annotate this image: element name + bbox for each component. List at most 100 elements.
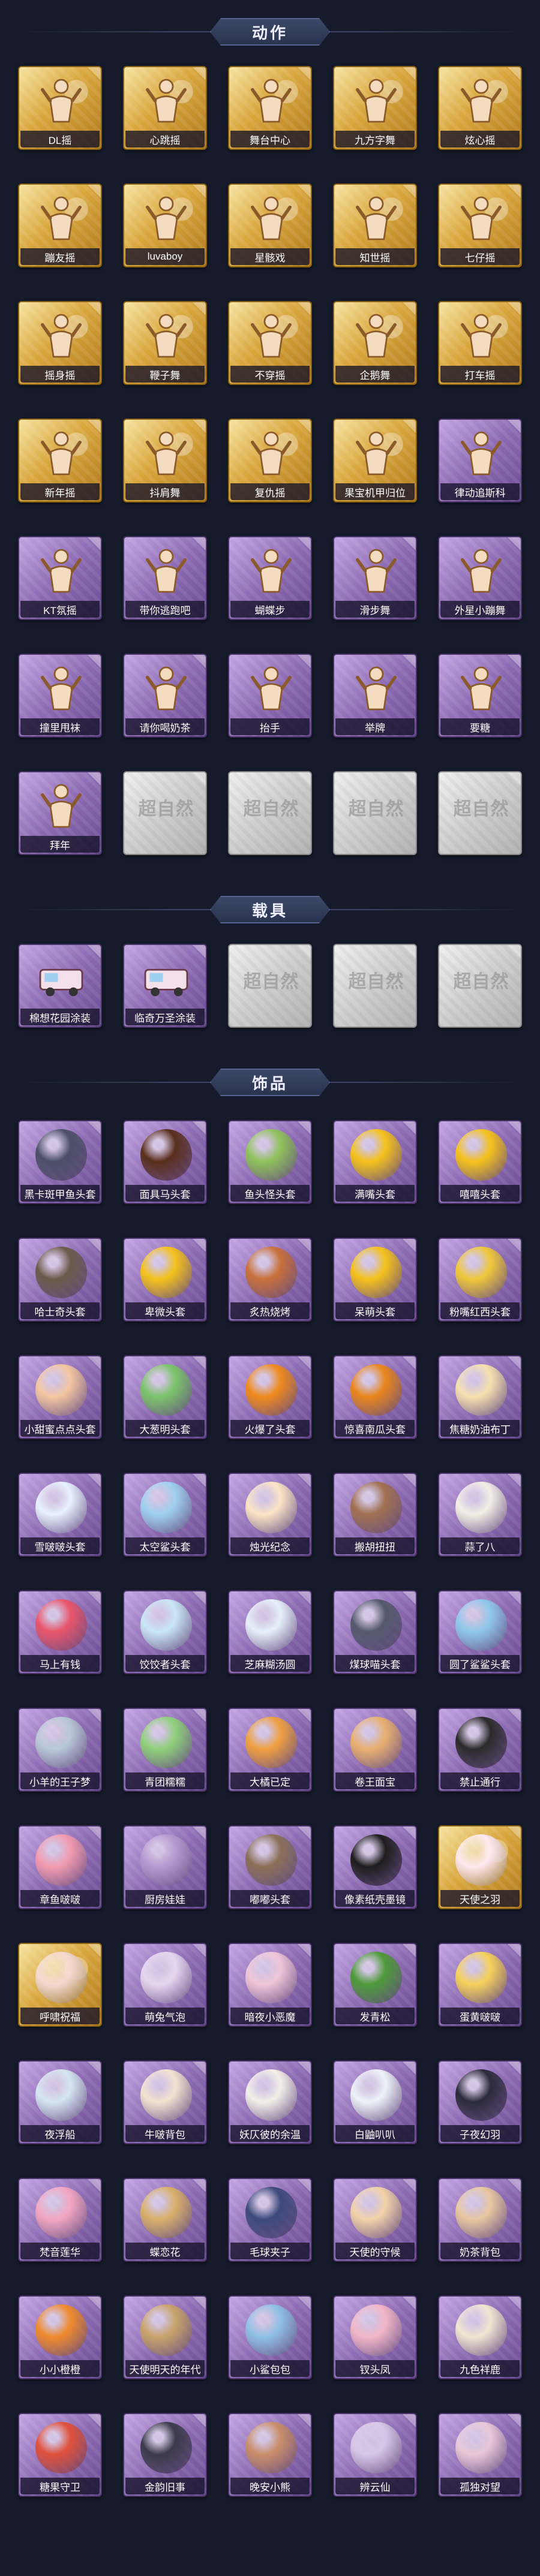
item-card[interactable]: 临奇万圣涂装 — [123, 944, 207, 1028]
item-card[interactable]: 毛球夹子 — [228, 2178, 312, 2262]
accessories-item[interactable]: 太空鲨头套 — [123, 1473, 207, 1557]
item-card[interactable]: 复仇摇 — [228, 419, 312, 502]
item-card[interactable]: 梵音莲华 — [18, 2178, 102, 2262]
accessories-item[interactable]: 小小橙橙 — [18, 2295, 102, 2379]
item-card[interactable]: 小小橙橙 — [18, 2295, 102, 2379]
item-card[interactable]: 呆萌头套 — [333, 1238, 417, 1322]
actions-item[interactable]: 超自然 — [123, 771, 207, 855]
item-card[interactable]: 七仔摇 — [438, 183, 522, 267]
actions-item[interactable]: 新年摇 — [18, 419, 102, 502]
vehicles-item[interactable]: 临奇万圣涂装 — [123, 944, 207, 1028]
accessories-item[interactable]: 辨云仙 — [333, 2413, 417, 2497]
item-card[interactable]: 蝶恋花 — [123, 2178, 207, 2262]
actions-item[interactable]: 摇身摇 — [18, 301, 102, 385]
locked-card[interactable]: 超自然 — [438, 944, 522, 1028]
accessories-item[interactable]: 子夜幻羽 — [438, 2060, 522, 2144]
item-card[interactable]: 小鲨包包 — [228, 2295, 312, 2379]
item-card[interactable]: 带你逃跑吧 — [123, 536, 207, 620]
actions-item[interactable]: 律动追斯科 — [438, 419, 522, 502]
item-card[interactable]: 章鱼啵啵 — [18, 1825, 102, 1909]
accessories-item[interactable]: 粉嘴红西头套 — [438, 1238, 522, 1322]
item-card[interactable]: 饺饺者头套 — [123, 1590, 207, 1674]
item-card[interactable]: DL摇 — [18, 66, 102, 150]
accessories-item[interactable]: 炙热烧烤 — [228, 1238, 312, 1322]
item-card[interactable]: 果宝机甲归位 — [333, 419, 417, 502]
locked-card[interactable]: 超自然 — [123, 771, 207, 855]
accessories-item[interactable]: 火爆了头套 — [228, 1355, 312, 1439]
item-card[interactable]: 蒜了八 — [438, 1473, 522, 1557]
actions-item[interactable]: 心跳摇 — [123, 66, 207, 150]
item-card[interactable]: 粉嘴红西头套 — [438, 1238, 522, 1322]
actions-item[interactable]: 果宝机甲归位 — [333, 419, 417, 502]
item-card[interactable]: 火爆了头套 — [228, 1355, 312, 1439]
accessories-item[interactable]: 黑卡斑甲鱼头套 — [18, 1120, 102, 1204]
locked-card[interactable]: 超自然 — [333, 771, 417, 855]
item-card[interactable]: 发青松 — [333, 1943, 417, 2027]
item-card[interactable]: 新年摇 — [18, 419, 102, 502]
actions-item[interactable]: 外星小蹦舞 — [438, 536, 522, 620]
item-card[interactable]: 九方字舞 — [333, 66, 417, 150]
item-card[interactable]: 摇身摇 — [18, 301, 102, 385]
item-card[interactable]: KT氛摇 — [18, 536, 102, 620]
accessories-item[interactable]: 搬胡扭扭 — [333, 1473, 417, 1557]
actions-item[interactable]: 复仇摇 — [228, 419, 312, 502]
item-card[interactable]: 钗头凤 — [333, 2295, 417, 2379]
accessories-item[interactable]: 蒜了八 — [438, 1473, 522, 1557]
item-card[interactable]: 卑微头套 — [123, 1238, 207, 1322]
accessories-item[interactable]: 发青松 — [333, 1943, 417, 2027]
accessories-item[interactable]: 卷王面宝 — [333, 1708, 417, 1792]
item-card[interactable]: 太空鲨头套 — [123, 1473, 207, 1557]
item-card[interactable]: 煤球喵头套 — [333, 1590, 417, 1674]
item-card[interactable]: 大葱明头套 — [123, 1355, 207, 1439]
item-card[interactable]: 惊喜南瓜头套 — [333, 1355, 417, 1439]
accessories-item[interactable]: 厨房娃娃 — [123, 1825, 207, 1909]
item-card[interactable]: 禁止通行 — [438, 1708, 522, 1792]
actions-item[interactable]: 打车摇 — [438, 301, 522, 385]
actions-item[interactable]: 不穿摇 — [228, 301, 312, 385]
accessories-item[interactable]: 煤球喵头套 — [333, 1590, 417, 1674]
accessories-item[interactable]: 毛球夹子 — [228, 2178, 312, 2262]
accessories-item[interactable]: 马上有钱 — [18, 1590, 102, 1674]
item-card[interactable]: 圆了鲨鲨头套 — [438, 1590, 522, 1674]
locked-card[interactable]: 超自然 — [228, 944, 312, 1028]
accessories-item[interactable]: 夜浮船 — [18, 2060, 102, 2144]
actions-item[interactable]: 超自然 — [333, 771, 417, 855]
actions-item[interactable]: 七仔摇 — [438, 183, 522, 267]
item-card[interactable]: 九色祥鹿 — [438, 2295, 522, 2379]
item-card[interactable]: 嘻嘻头套 — [438, 1120, 522, 1204]
item-card[interactable]: 马上有钱 — [18, 1590, 102, 1674]
accessories-item[interactable]: 卑微头套 — [123, 1238, 207, 1322]
item-card[interactable]: 焦糖奶油布丁 — [438, 1355, 522, 1439]
actions-item[interactable]: 请你喝奶茶 — [123, 654, 207, 738]
locked-card[interactable]: 超自然 — [333, 944, 417, 1028]
accessories-item[interactable]: 天使之羽 — [438, 1825, 522, 1909]
accessories-item[interactable]: 萌兔气泡 — [123, 1943, 207, 2027]
item-card[interactable]: 企鹅舞 — [333, 301, 417, 385]
locked-card[interactable]: 超自然 — [438, 771, 522, 855]
item-card[interactable]: 子夜幻羽 — [438, 2060, 522, 2144]
actions-item[interactable]: 抬手 — [228, 654, 312, 738]
item-card[interactable]: 抬手 — [228, 654, 312, 738]
actions-item[interactable]: 九方字舞 — [333, 66, 417, 150]
item-card[interactable]: 像素纸壳墨镜 — [333, 1825, 417, 1909]
item-card[interactable]: 妖仄彼的余温 — [228, 2060, 312, 2144]
accessories-item[interactable]: 小甜蜜点点头套 — [18, 1355, 102, 1439]
item-card[interactable]: 夜浮船 — [18, 2060, 102, 2144]
accessories-item[interactable]: 天使的守候 — [333, 2178, 417, 2262]
item-card[interactable]: 要糖 — [438, 654, 522, 738]
item-card[interactable]: 糖果守卫 — [18, 2413, 102, 2497]
accessories-item[interactable]: 饺饺者头套 — [123, 1590, 207, 1674]
accessories-item[interactable]: 钗头凤 — [333, 2295, 417, 2379]
item-card[interactable]: 滑步舞 — [333, 536, 417, 620]
item-card[interactable]: 厨房娃娃 — [123, 1825, 207, 1909]
item-card[interactable]: 舞台中心 — [228, 66, 312, 150]
item-card[interactable]: 芝麻糊汤圆 — [228, 1590, 312, 1674]
item-card[interactable]: 小羊的王子梦 — [18, 1708, 102, 1792]
item-card[interactable]: 抖肩舞 — [123, 419, 207, 502]
actions-item[interactable]: 炫心摇 — [438, 66, 522, 150]
item-card[interactable]: 白鼬叭叭 — [333, 2060, 417, 2144]
actions-item[interactable]: 滑步舞 — [333, 536, 417, 620]
item-card[interactable]: 天使明天的年代 — [123, 2295, 207, 2379]
item-card[interactable]: 搬胡扭扭 — [333, 1473, 417, 1557]
actions-item[interactable]: 超自然 — [438, 771, 522, 855]
